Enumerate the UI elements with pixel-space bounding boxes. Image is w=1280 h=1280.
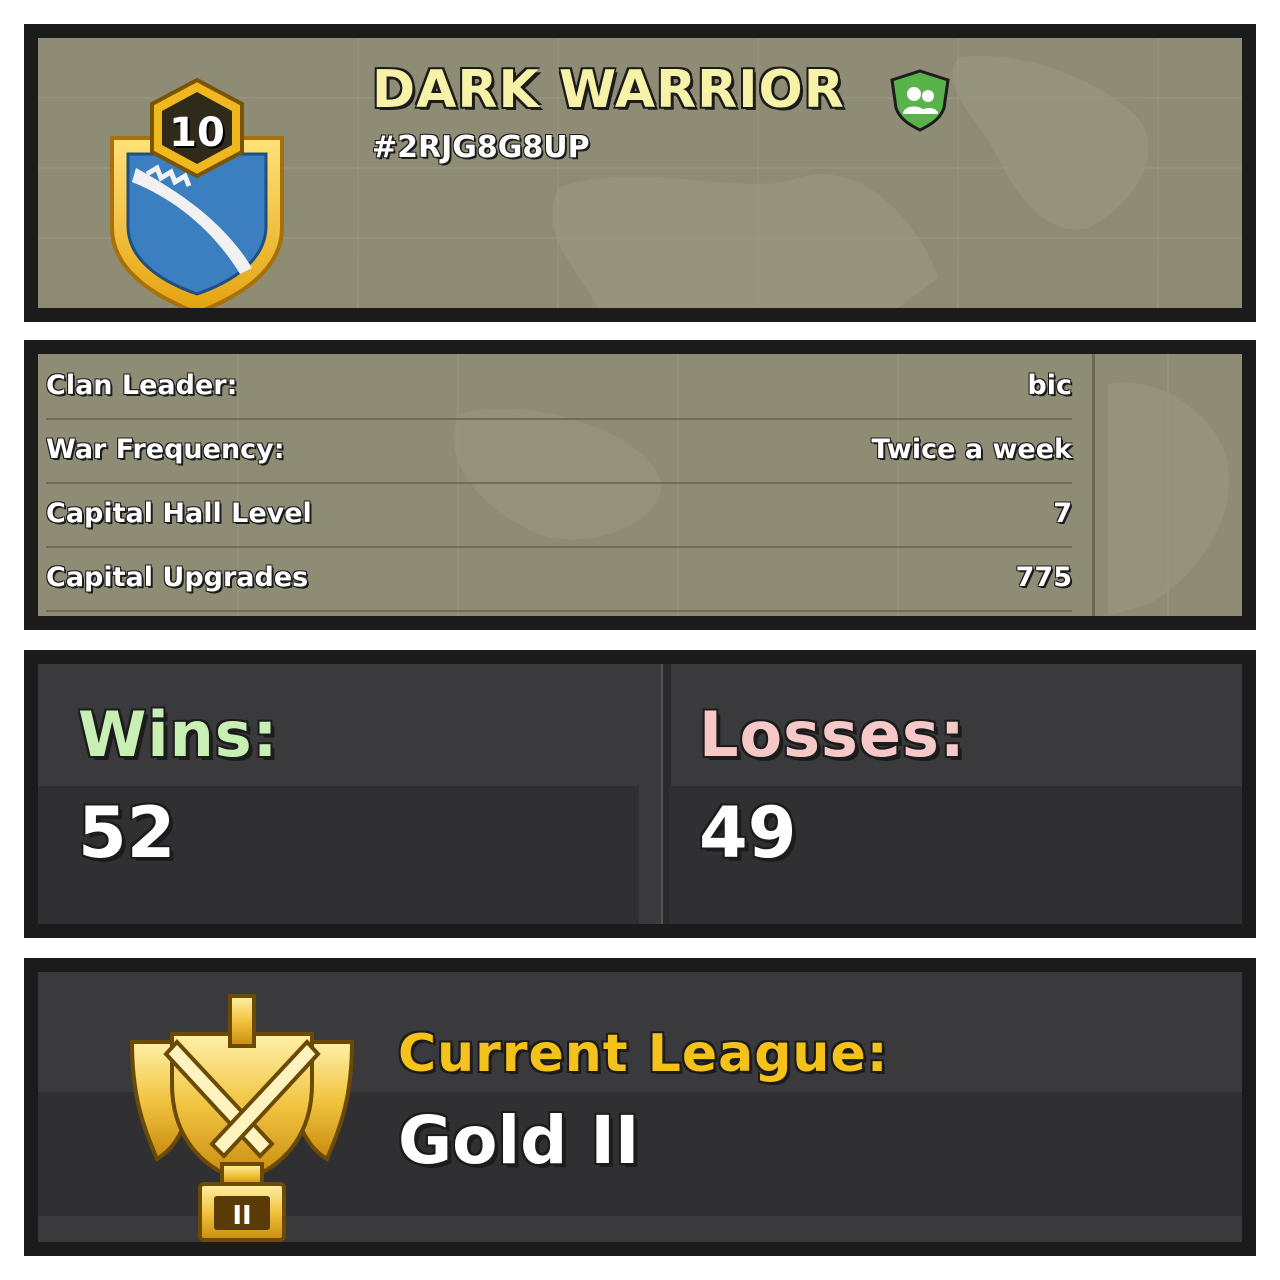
clan-tag[interactable]: #2RJG8G8UP [372, 130, 590, 165]
clan-level: 10 [169, 110, 225, 156]
current-league-label: Current League: [398, 1024, 889, 1084]
info-row-capital-upgrades: Capital Upgrades 775 [46, 550, 1072, 612]
war-record-panel: Wins: 52 Losses: 49 [24, 650, 1256, 938]
losses-value: 49 [699, 792, 797, 874]
league-panel: II Current League: Gold II [24, 958, 1256, 1256]
info-row-war-frequency: War Frequency: Twice a week [46, 422, 1072, 484]
wins-column: Wins: 52 [38, 664, 639, 924]
clan-name: DARK WARRIOR [372, 60, 845, 120]
family-friendly-icon[interactable] [888, 68, 952, 132]
info-row-capital-hall-level: Capital Hall Level 7 [46, 486, 1072, 548]
capital-hall-level-label: Capital Hall Level [46, 498, 312, 529]
gold-league-trophy-icon[interactable]: II [122, 994, 362, 1244]
capital-hall-level-value: 7 [1053, 498, 1072, 529]
clan-info-panel: Clan Leader: bic War Frequency: Twice a … [24, 340, 1256, 630]
war-frequency-value: Twice a week [871, 434, 1072, 465]
losses-column: Losses: 49 [669, 664, 1242, 924]
league-badge-numeral: II [232, 1201, 251, 1231]
info-row-clan-leader: Clan Leader: bic [46, 358, 1072, 420]
clan-leader-label: Clan Leader: [46, 370, 238, 401]
clan-header-panel: 10 DARK WARRIOR #2RJG8G8UP [24, 24, 1256, 322]
war-frequency-label: War Frequency: [46, 434, 285, 465]
wins-label: Wins: [78, 698, 279, 771]
panel-divider [1092, 354, 1095, 616]
capital-upgrades-label: Capital Upgrades [46, 562, 309, 593]
capital-upgrades-value: 775 [1015, 562, 1072, 593]
clan-leader-value[interactable]: bic [1027, 370, 1072, 401]
losses-label: Losses: [699, 698, 966, 771]
current-league-value: Gold II [398, 1102, 640, 1179]
wins-value: 52 [78, 792, 176, 874]
